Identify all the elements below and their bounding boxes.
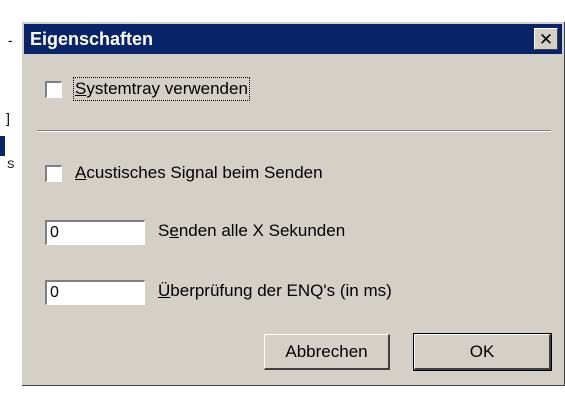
dialog-titlebar[interactable]: Eigenschaften ✕: [24, 24, 562, 54]
enq-check-label: Überprüfung der ENQ's (in ms): [158, 281, 392, 301]
systemtray-label[interactable]: Systemtray verwenden: [73, 77, 250, 101]
background-text-fragment: ]: [6, 110, 10, 126]
separator: [37, 130, 551, 132]
send-interval-label: Senden alle X Sekunden: [158, 221, 345, 241]
ok-button[interactable]: OK: [413, 333, 552, 371]
enq-check-input[interactable]: 0: [45, 280, 145, 305]
send-interval-label-text: nden alle X Sekunden: [178, 221, 346, 240]
close-icon: ✕: [538, 29, 554, 49]
systemtray-label-text: ystemtray verwenden: [86, 79, 248, 98]
acoustic-signal-checkbox[interactable]: [45, 165, 62, 182]
send-interval-accel: e: [169, 221, 179, 240]
acoustic-signal-label[interactable]: Acustisches Signal beim Senden: [75, 163, 323, 183]
close-button[interactable]: ✕: [534, 28, 558, 50]
acoustic-accel: A: [75, 163, 87, 182]
enq-check-label-text: berprüfung der ENQ's (in ms): [170, 281, 392, 300]
systemtray-accel: S: [75, 79, 87, 98]
background-text-fragment: -: [8, 32, 13, 48]
background-text-fragment: S: [7, 159, 15, 171]
send-interval-input[interactable]: 0: [45, 220, 145, 245]
cancel-button[interactable]: Abbrechen: [264, 334, 390, 370]
properties-dialog: Eigenschaften ✕ Systemtray verwenden Acu…: [21, 21, 565, 386]
background-selection: [0, 136, 5, 156]
dialog-title: Eigenschaften: [30, 29, 154, 49]
enq-check-accel: Ü: [158, 281, 171, 300]
systemtray-checkbox[interactable]: [45, 81, 62, 98]
send-interval-pre: S: [158, 221, 170, 240]
acoustic-label-text: custisches Signal beim Senden: [86, 163, 323, 182]
